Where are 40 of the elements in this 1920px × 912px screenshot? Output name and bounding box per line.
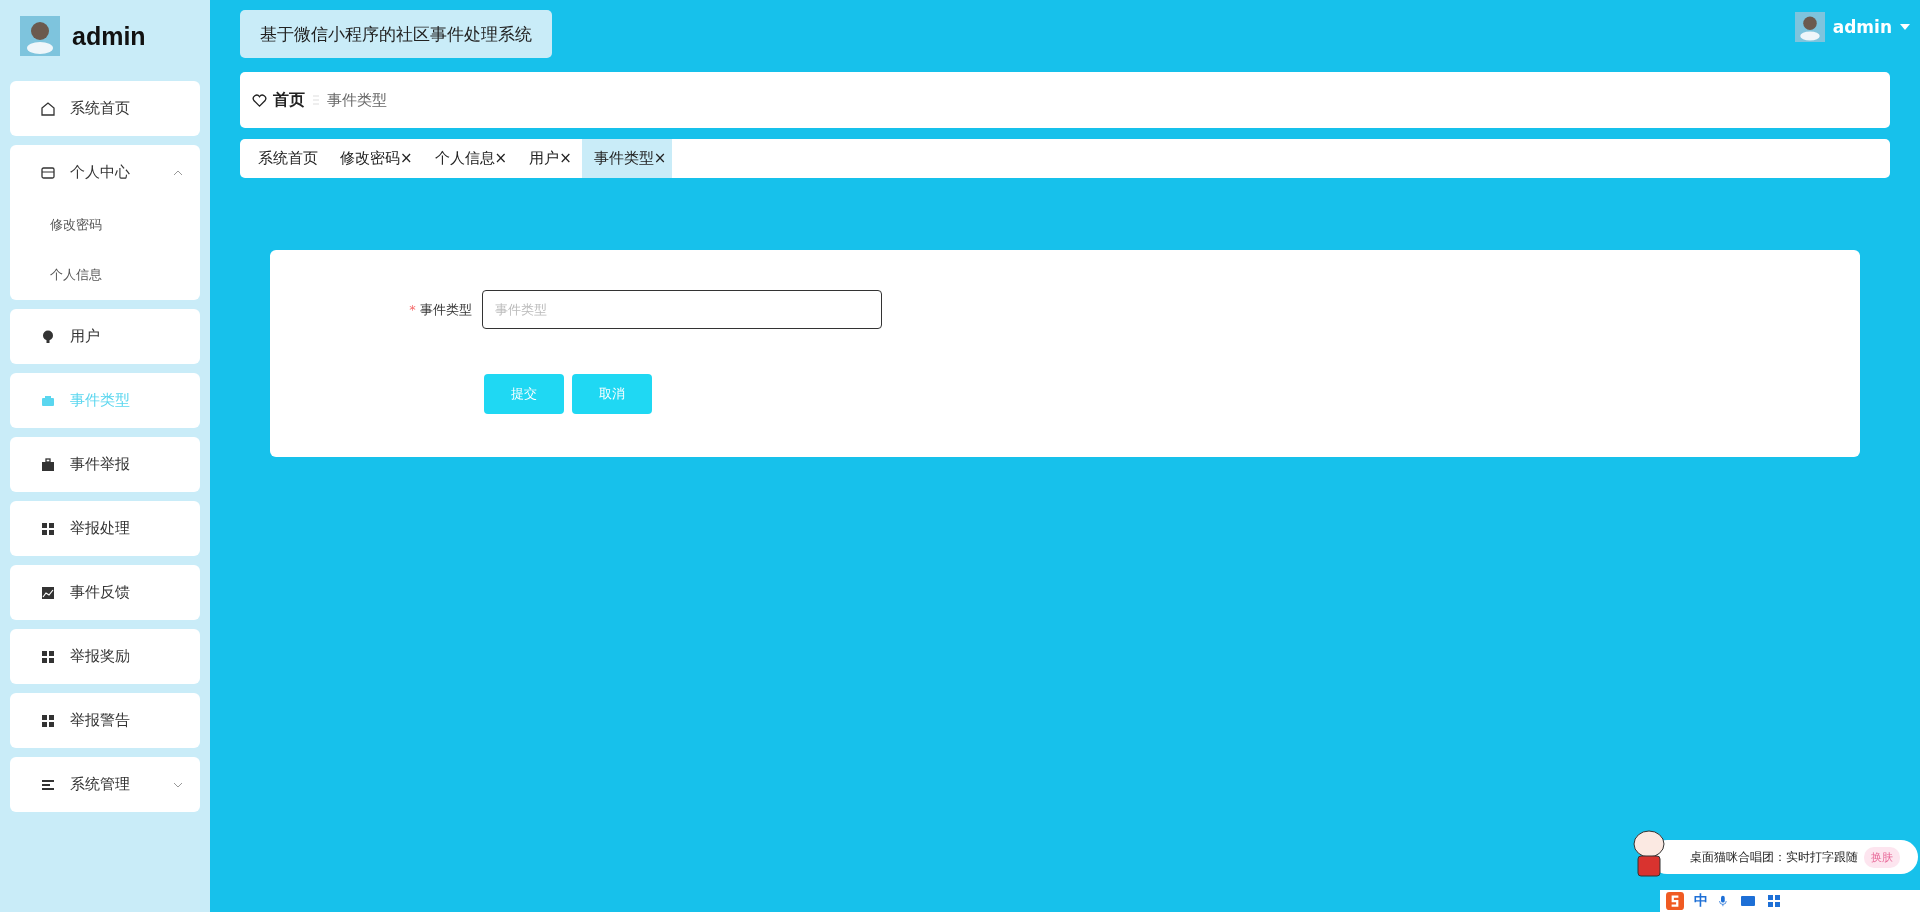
menu-item[interactable]: 举报奖励 bbox=[10, 629, 200, 684]
page-tab[interactable]: 修改密码× bbox=[328, 139, 419, 178]
page-tab[interactable]: 系统首页 bbox=[246, 139, 324, 178]
mic-icon bbox=[1718, 893, 1730, 909]
page-tab[interactable]: 个人信息× bbox=[422, 139, 514, 178]
avatar-icon bbox=[20, 16, 60, 56]
system-title: 基于微信小程序的社区事件处理系统 bbox=[240, 10, 552, 58]
menu-item[interactable]: 系统管理 bbox=[10, 757, 200, 812]
menu-item[interactable]: 用户 bbox=[10, 309, 200, 364]
home-icon bbox=[40, 100, 56, 117]
field-label: * 事件类型 bbox=[408, 300, 472, 319]
menu-item[interactable]: 个人中心 bbox=[10, 145, 200, 200]
input-field[interactable]: 事件类型 bbox=[482, 290, 882, 329]
page-tab[interactable]: 用户× bbox=[517, 139, 578, 178]
grid-icon bbox=[40, 712, 56, 729]
keyboard-icon bbox=[1740, 893, 1756, 909]
bulb-icon bbox=[40, 328, 56, 345]
cat-icon bbox=[1632, 828, 1666, 880]
menu-item[interactable]: 系统首页 bbox=[10, 81, 200, 136]
card-icon bbox=[40, 164, 56, 181]
popup-text: 桌面猫咪合唱团：实时打字跟随 bbox=[1690, 848, 1858, 866]
grid-icon bbox=[40, 648, 56, 665]
avatar-icon bbox=[1794, 12, 1825, 42]
menu-item[interactable]: 事件举报 bbox=[10, 437, 200, 492]
submenu-item[interactable]: 个人信息 bbox=[10, 250, 200, 300]
input-mode[interactable]: 中 bbox=[1694, 892, 1708, 910]
grid-icon bbox=[40, 520, 56, 537]
grid-icon bbox=[1766, 893, 1782, 909]
menu-item[interactable]: 举报处理 bbox=[10, 501, 200, 556]
menu-item[interactable]: 举报警告 bbox=[10, 693, 200, 748]
chart-icon bbox=[40, 584, 56, 601]
caret-icon bbox=[1900, 22, 1910, 32]
menu-item[interactable]: 事件反馈 bbox=[10, 565, 200, 620]
page-tab[interactable]: 事件类型× bbox=[581, 139, 673, 178]
user-name: admin bbox=[72, 21, 146, 51]
submenu-item[interactable]: 修改密码 bbox=[10, 200, 200, 250]
breadcrumb-current: 事件类型 bbox=[327, 90, 387, 110]
heart-icon bbox=[252, 92, 267, 108]
briefcase-icon bbox=[40, 456, 56, 473]
breadcrumb-link[interactable]: 首页 bbox=[273, 89, 305, 111]
